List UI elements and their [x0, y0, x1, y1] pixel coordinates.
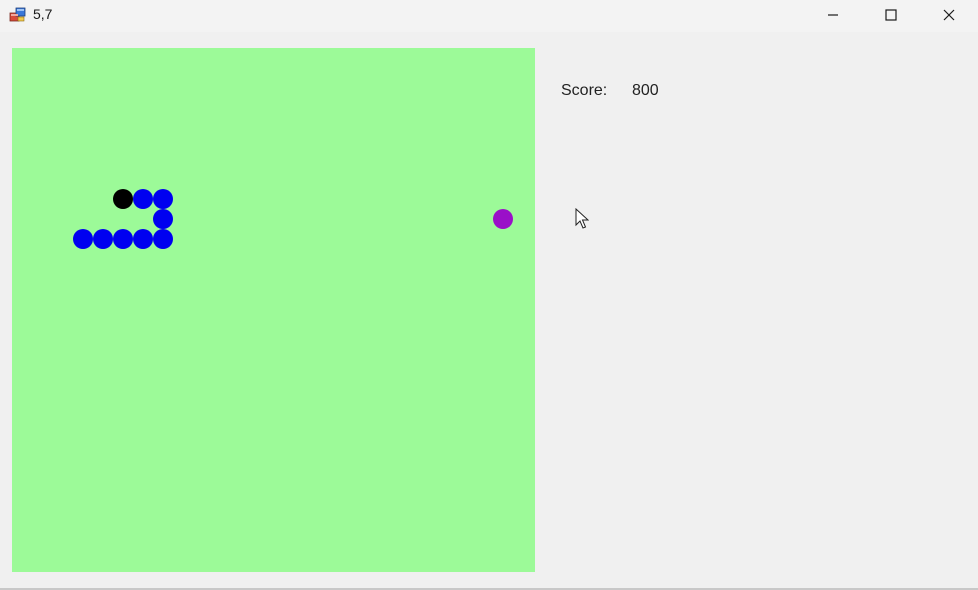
- snake-segment: [113, 229, 133, 249]
- game-window: 5,7 Score: 800: [0, 0, 978, 590]
- score-label: Score:: [561, 82, 608, 99]
- minimize-icon: [828, 14, 838, 16]
- snake-segment: [153, 189, 173, 209]
- title-bar[interactable]: 5,7: [0, 0, 978, 32]
- snake-head: [113, 189, 133, 209]
- snake-segment: [133, 229, 153, 249]
- maximize-icon: [885, 9, 897, 21]
- food-pellet: [493, 209, 513, 229]
- game-board[interactable]: [12, 48, 535, 572]
- score-value: 800: [632, 82, 659, 99]
- snake-segment: [93, 229, 113, 249]
- window-title: 5,7: [33, 6, 53, 22]
- minimize-button[interactable]: [804, 0, 862, 30]
- mouse-pointer-icon: [575, 208, 589, 229]
- maximize-button[interactable]: [862, 0, 920, 30]
- snake-segment: [133, 189, 153, 209]
- app-icon: [9, 7, 26, 22]
- close-button[interactable]: [920, 0, 978, 30]
- snake-segment: [153, 229, 173, 249]
- snake-segment: [153, 209, 173, 229]
- snake-segment: [73, 229, 93, 249]
- close-icon: [943, 9, 955, 21]
